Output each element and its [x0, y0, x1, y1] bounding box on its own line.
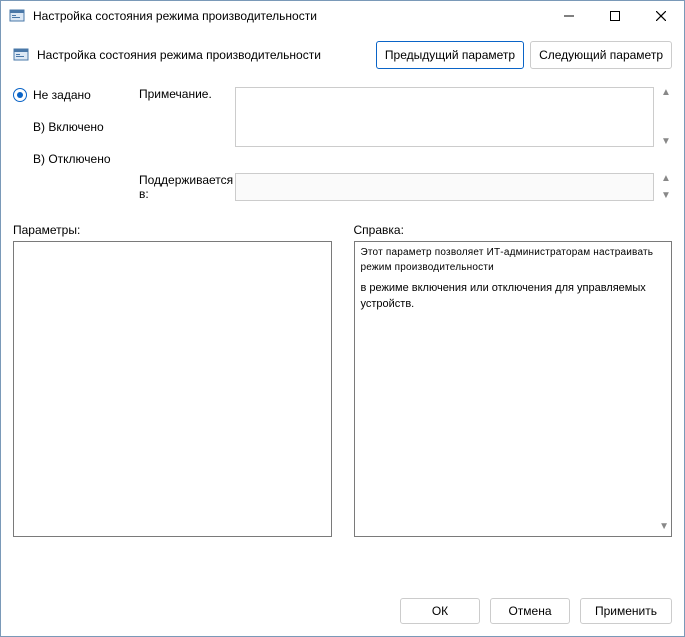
- settings-grid: Не задано В) Включено В) Отключено Приме…: [13, 87, 672, 201]
- scroll-up-icon: ▲: [661, 87, 671, 98]
- window-controls: [546, 1, 684, 31]
- nav-buttons: Предыдущий параметр Следующий параметр: [376, 41, 672, 69]
- panel-labels-row: Параметры: Справка:: [13, 223, 672, 237]
- scroll-down-icon: ▼: [661, 190, 671, 201]
- scroll-down-icon: ▼: [661, 136, 671, 147]
- cancel-button[interactable]: Отмена: [490, 598, 570, 624]
- ok-button[interactable]: ОК: [400, 598, 480, 624]
- maximize-button[interactable]: [592, 1, 638, 31]
- scroll-down-icon: ▼: [659, 520, 669, 535]
- options-panel: [13, 241, 332, 537]
- radio-enabled[interactable]: В) Включено: [13, 119, 133, 135]
- header-left: Настройка состояния режима производитель…: [13, 47, 321, 63]
- comment-label: Примечание.: [139, 87, 229, 101]
- comment-input[interactable]: [235, 87, 654, 147]
- policy-title: Настройка состояния режима производитель…: [37, 48, 321, 62]
- scroll-up-icon: ▲: [661, 173, 671, 184]
- options-label: Параметры:: [13, 223, 332, 237]
- help-label: Справка:: [354, 223, 673, 237]
- help-text-line: в режиме включения или отключения для уп…: [361, 281, 666, 313]
- apply-button[interactable]: Применить: [580, 598, 672, 624]
- app-icon: [9, 8, 25, 24]
- panels-row: Этот параметр позволяет ИТ-администратор…: [13, 241, 672, 584]
- titlebar: Настройка состояния режима производитель…: [1, 1, 684, 31]
- help-text-line: Этот параметр позволяет ИТ-администратор…: [361, 246, 666, 275]
- comment-scrollbar[interactable]: ▲ ▼: [660, 87, 672, 147]
- radio-disabled[interactable]: В) Отключено: [13, 151, 133, 167]
- radio-label: В) Включено: [33, 120, 104, 134]
- header-row: Настройка состояния режима производитель…: [13, 41, 672, 69]
- radio-label: В) Отключено: [33, 152, 111, 166]
- help-panel: Этот параметр позволяет ИТ-администратор…: [354, 241, 673, 537]
- radio-not-configured[interactable]: Не задано: [13, 87, 133, 103]
- radio-dot-icon: [13, 88, 27, 102]
- radio-label: Не задано: [33, 88, 91, 102]
- policy-icon: [13, 47, 29, 63]
- content-area: Настройка состояния режима производитель…: [1, 31, 684, 586]
- supported-input[interactable]: [235, 173, 654, 201]
- supported-scrollbar[interactable]: ▲ ▼: [660, 173, 672, 201]
- next-setting-button[interactable]: Следующий параметр: [530, 41, 672, 69]
- footer: ОК Отмена Применить: [1, 586, 684, 636]
- state-radio-group: Не задано В) Включено В) Отключено: [13, 87, 133, 167]
- window-title: Настройка состояния режима производитель…: [33, 9, 546, 23]
- supported-label: Поддерживается в:: [139, 173, 229, 201]
- close-button[interactable]: [638, 1, 684, 31]
- previous-setting-button[interactable]: Предыдущий параметр: [376, 41, 524, 69]
- minimize-button[interactable]: [546, 1, 592, 31]
